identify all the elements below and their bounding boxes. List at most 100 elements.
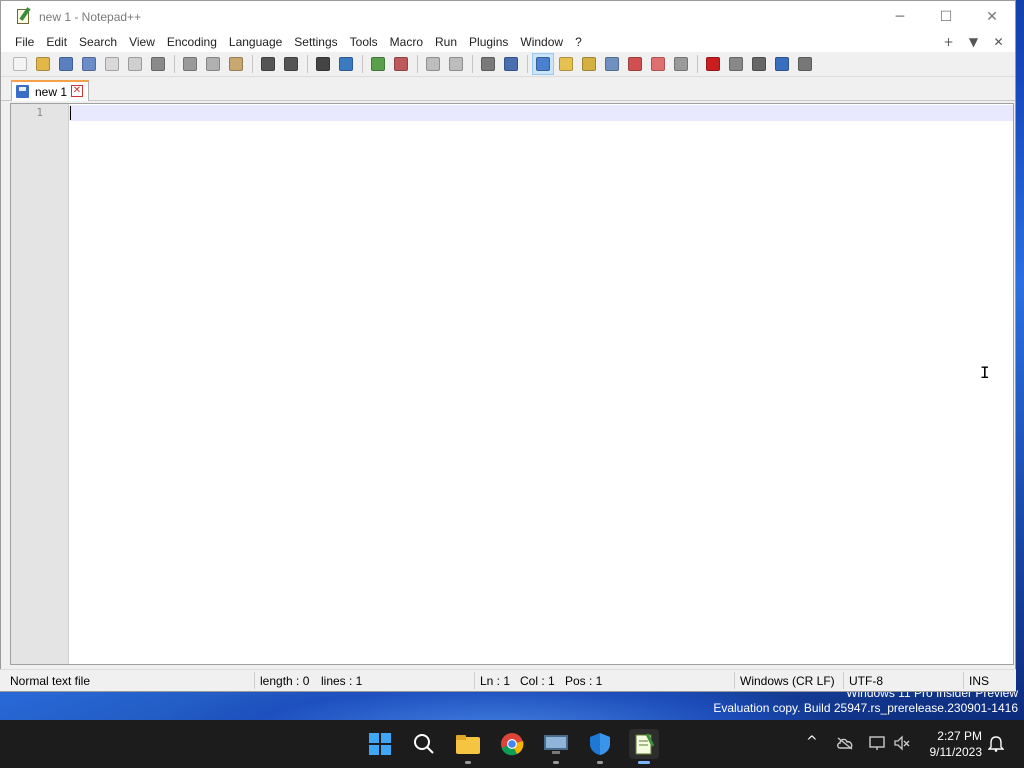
notepad-plus-plus-icon <box>15 6 33 26</box>
cut-button[interactable] <box>179 53 201 75</box>
indent-guide-button[interactable] <box>532 53 554 75</box>
toolbar-separator <box>307 55 308 73</box>
close-button[interactable]: ✕ <box>969 1 1015 32</box>
user-language-button[interactable] <box>555 53 577 75</box>
status-length: length : 0 <box>260 674 310 688</box>
zoom-out-button[interactable] <box>390 53 412 75</box>
word-wrap-button[interactable] <box>477 53 499 75</box>
redo-icon <box>284 57 298 71</box>
close-all-button[interactable] <box>124 53 146 75</box>
file-explorer-button[interactable] <box>453 729 483 764</box>
volume-muted-icon[interactable] <box>893 735 911 751</box>
show-hidden-icons-chevron-icon[interactable]: ^ <box>806 734 818 750</box>
sync-vertical-icon <box>426 57 440 71</box>
search-icon <box>414 734 434 754</box>
notification-bell-icon[interactable] <box>988 736 1004 752</box>
menu-window[interactable]: Window <box>514 35 569 49</box>
monitoring-button[interactable] <box>647 53 669 75</box>
replace-button[interactable] <box>335 53 357 75</box>
indent-guide-icon <box>536 57 550 71</box>
status-encoding[interactable]: UTF-8 <box>849 674 883 688</box>
function-list-button[interactable] <box>601 53 623 75</box>
menu-run[interactable]: Run <box>429 35 463 49</box>
redo-button[interactable] <box>280 53 302 75</box>
tab-new-1[interactable]: new 1 ✕ <box>11 80 89 101</box>
chrome-button[interactable] <box>497 729 527 759</box>
windows-security-button[interactable] <box>585 729 615 764</box>
undo-button[interactable] <box>257 53 279 75</box>
status-insert-mode[interactable]: INS <box>969 674 989 688</box>
open-file-button[interactable] <box>32 53 54 75</box>
show-all-chars-icon <box>504 57 518 71</box>
status-col: Col : 1 <box>520 674 555 688</box>
copy-icon <box>206 57 220 71</box>
sync-horizontal-icon <box>449 57 463 71</box>
new-file-button[interactable] <box>9 53 31 75</box>
find-button[interactable] <box>312 53 334 75</box>
macro-save-button[interactable] <box>794 53 816 75</box>
toolbar <box>1 52 1015 77</box>
plugin-button[interactable] <box>670 53 692 75</box>
status-pos: Pos : 1 <box>565 674 603 688</box>
zoom-in-button[interactable] <box>367 53 389 75</box>
tab-list-dropdown[interactable]: ▼ <box>961 35 986 49</box>
menu-file[interactable]: File <box>9 35 40 49</box>
menu-view[interactable]: View <box>123 35 161 49</box>
menu-help[interactable]: ? <box>569 35 588 49</box>
save-all-button[interactable] <box>78 53 100 75</box>
macro-stop-button[interactable] <box>725 53 747 75</box>
tab-bar: new 1 ✕ <box>1 77 1015 101</box>
windows-logo-icon <box>369 733 391 755</box>
menu-macro[interactable]: Macro <box>384 35 429 49</box>
document-map-icon <box>582 57 596 71</box>
find-icon <box>316 57 330 71</box>
save-button[interactable] <box>55 53 77 75</box>
maximize-button[interactable]: ☐ <box>923 1 969 32</box>
document-map-button[interactable] <box>578 53 600 75</box>
menu-language[interactable]: Language <box>223 35 288 49</box>
menu-encoding[interactable]: Encoding <box>161 35 223 49</box>
macro-play-multiple-button[interactable] <box>771 53 793 75</box>
macro-play-button[interactable] <box>748 53 770 75</box>
tab-close-icon[interactable]: ✕ <box>71 85 83 97</box>
menu-tools[interactable]: Tools <box>344 35 384 49</box>
close-file-button[interactable] <box>101 53 123 75</box>
network-icon[interactable] <box>868 735 886 751</box>
title-bar[interactable]: new 1 - Notepad++ ─ ☐ ✕ <box>1 1 1015 32</box>
chrome-icon <box>501 733 524 756</box>
system-clock[interactable]: 2:27 PM 9/11/2023 <box>930 728 983 760</box>
close-document-button[interactable]: ✕ <box>986 35 1011 49</box>
show-all-chars-button[interactable] <box>500 53 522 75</box>
copy-button[interactable] <box>202 53 224 75</box>
menu-settings[interactable]: Settings <box>288 35 343 49</box>
sync-horizontal-button[interactable] <box>445 53 467 75</box>
toolbar-separator <box>252 55 253 73</box>
save-all-icon <box>82 57 96 71</box>
status-eol[interactable]: Windows (CR LF) <box>740 674 835 688</box>
start-button[interactable] <box>365 729 395 759</box>
macro-record-button[interactable] <box>702 53 724 75</box>
toolbar-separator <box>417 55 418 73</box>
close-file-icon <box>105 57 119 71</box>
menu-plugins[interactable]: Plugins <box>463 35 514 49</box>
sync-vertical-button[interactable] <box>422 53 444 75</box>
menu-search[interactable]: Search <box>73 35 123 49</box>
line-number-gutter: 1 <box>11 104 69 664</box>
new-tab-button[interactable]: + <box>936 35 961 49</box>
plugin-icon <box>674 57 688 71</box>
toolbar-separator <box>527 55 528 73</box>
print-button[interactable] <box>147 53 169 75</box>
paste-button[interactable] <box>225 53 247 75</box>
onedrive-offline-icon[interactable] <box>836 736 854 750</box>
zoom-out-icon <box>394 57 408 71</box>
monitoring-icon <box>651 57 665 71</box>
notepad-plus-plus-taskbar-button[interactable] <box>629 729 659 764</box>
menu-edit[interactable]: Edit <box>40 35 73 49</box>
folder-workspace-button[interactable] <box>624 53 646 75</box>
editor-area[interactable]: 1 I <box>10 103 1014 665</box>
search-button[interactable] <box>409 729 439 759</box>
remote-desktop-button[interactable] <box>541 729 571 764</box>
minimize-button[interactable]: ─ <box>877 1 923 32</box>
macro-stop-icon <box>729 57 743 71</box>
close-all-icon <box>128 57 142 71</box>
